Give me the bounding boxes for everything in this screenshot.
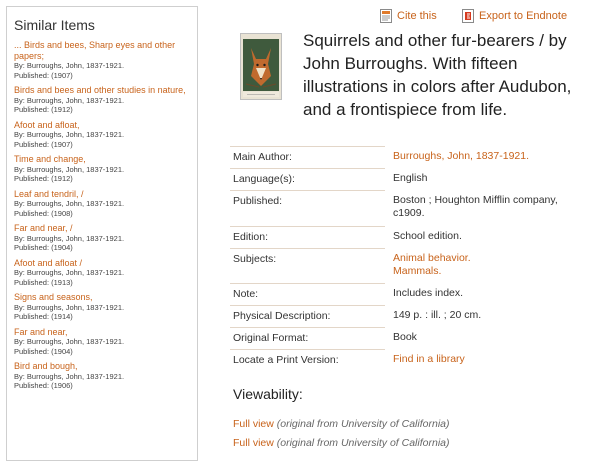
full-view-source: (original from University of California) (276, 437, 450, 449)
list-item: Leaf and tendril, / By: Burroughs, John,… (14, 189, 197, 219)
similar-item-published: Published: (1906) (14, 381, 73, 390)
subject-link-animal-behavior[interactable]: Animal behavior. (393, 252, 471, 264)
locate-print-value: Find in a library (385, 350, 582, 372)
similar-item-author: By: Burroughs, John, 1837-1921. (14, 268, 125, 277)
export-endnote-label: Export to Endnote (479, 10, 568, 22)
published-label: Published: (230, 190, 385, 227)
similar-items-panel: Similar Items ... Birds and bees, Sharp … (6, 6, 198, 461)
subject-link-mammals[interactable]: Mammals. (393, 265, 582, 278)
original-format-value: Book (393, 330, 417, 343)
similar-item-published: Published: (1904) (14, 346, 73, 356)
similar-item-link[interactable]: Far and near, / (14, 223, 197, 234)
language-label: Language(s): (230, 168, 385, 191)
similar-item-published: Published: (1913) (14, 277, 73, 287)
cite-this-button[interactable]: Cite this (380, 9, 437, 23)
table-row: Language(s): English (230, 168, 582, 191)
edition-label: Edition: (230, 226, 385, 249)
table-row: Published: Boston ; Houghton Mifflin com… (230, 190, 582, 227)
list-item: Time and change, By: Burroughs, John, 18… (14, 154, 197, 184)
similar-item-published: Published: (1914) (14, 312, 73, 321)
similar-item-link[interactable]: Time and change, (14, 154, 197, 165)
record-actions: Cite this Export to Endnote (380, 9, 590, 27)
similar-item-link[interactable]: Afoot and afloat, (14, 120, 197, 131)
similar-item-author: By: Burroughs, John, 1837-1921. (14, 337, 125, 346)
list-item: Bird and bough, By: Burroughs, John, 183… (14, 361, 197, 391)
list-item: Afoot and afloat, By: Burroughs, John, 1… (14, 120, 197, 150)
list-item: Birds and bees and other studies in natu… (14, 85, 197, 115)
list-item: ... Birds and bees, Sharp eyes and other… (14, 40, 197, 80)
book-cover-image (240, 33, 282, 100)
similar-items-heading: Similar Items (14, 17, 95, 33)
export-endnote-button[interactable]: Export to Endnote (462, 9, 567, 23)
main-author-value: Burroughs, John, 1837-1921. (385, 147, 582, 169)
list-item: Afoot and afloat / By: Burroughs, John, … (14, 258, 197, 288)
similar-item-author: By: Burroughs, John, 1837-1921. (14, 130, 125, 139)
similar-item-published: Published: (1907) (14, 139, 73, 149)
similar-item-published: Published: (1904) (14, 243, 73, 252)
similar-item-link[interactable]: Afoot and afloat / (14, 258, 197, 269)
cite-this-label: Cite this (397, 10, 437, 22)
similar-item-author: By: Burroughs, John, 1837-1921. (14, 371, 125, 381)
main-author-link[interactable]: Burroughs, John, 1837-1921. (393, 150, 529, 162)
full-view-link[interactable]: Full view (233, 418, 274, 430)
similar-item-link[interactable]: Far and near, (14, 327, 197, 338)
similar-item-link[interactable]: Birds and bees and other studies in natu… (14, 85, 197, 96)
similar-item-author: By: Burroughs, John, 1837-1921. (14, 302, 125, 312)
record-title: Squirrels and other fur-bearers / by Joh… (303, 31, 572, 119)
main-author-label: Main Author: (230, 146, 385, 169)
subjects-label: Subjects: (230, 248, 385, 284)
table-row: Edition: School edition. (230, 226, 582, 249)
physical-description-value: 149 p. : ill. ; 20 cm. (393, 308, 482, 321)
note-label: Note: (230, 283, 385, 306)
similar-item-published: Published: (1912) (14, 174, 73, 183)
table-row: Original Format: Book (230, 327, 582, 350)
find-in-library-link[interactable]: Find in a library (393, 353, 465, 365)
record-page: Similar Items ... Birds and bees, Sharp … (0, 0, 590, 468)
table-row: Physical Description: 149 p. : ill. ; 20… (230, 305, 582, 328)
similar-item-link[interactable]: Bird and bough, (14, 361, 197, 372)
table-row: Subjects: Animal behavior. Mammals. (230, 248, 582, 284)
list-item: Far and near, By: Burroughs, John, 1837-… (14, 327, 197, 357)
viewability-item: Full view (original from University of C… (233, 418, 449, 430)
similar-item-link[interactable]: Leaf and tendril, / (14, 189, 197, 200)
similar-item-published: Published: (1912) (14, 105, 73, 114)
similar-item-author: By: Burroughs, John, 1837-1921. (14, 199, 125, 208)
table-row: Note: Includes index. (230, 283, 582, 306)
endnote-icon (462, 9, 474, 23)
similar-item-link[interactable]: Signs and seasons, (14, 292, 197, 303)
similar-item-author: By: Burroughs, John, 1837-1921. (14, 233, 125, 243)
language-value: English (393, 171, 428, 184)
similar-item-author: By: Burroughs, John, 1837-1921. (14, 61, 125, 70)
similar-item-link[interactable]: ... Birds and bees, Sharp eyes and other… (14, 40, 197, 61)
physical-description-label: Physical Description: (230, 305, 385, 328)
table-row: Main Author: Burroughs, John, 1837-1921. (230, 146, 582, 169)
locate-print-label: Locate a Print Version: (230, 349, 385, 372)
table-row: Locate a Print Version: Find in a librar… (230, 349, 582, 372)
viewability-heading: Viewability: (233, 386, 303, 402)
original-format-label: Original Format: (230, 327, 385, 350)
viewability-item: Full view (original from University of C… (233, 437, 449, 449)
list-item: Far and near, / By: Burroughs, John, 183… (14, 223, 197, 253)
full-view-link[interactable]: Full view (233, 437, 274, 449)
note-value: Includes index. (393, 286, 464, 299)
published-value: Boston ; Houghton Mifflin company, c1909… (393, 193, 558, 219)
cite-document-icon (380, 9, 392, 23)
list-item: Signs and seasons, By: Burroughs, John, … (14, 292, 197, 322)
similar-item-published: Published: (1907) (14, 70, 73, 80)
record-details-table: Main Author: Burroughs, John, 1837-1921.… (230, 146, 582, 372)
edition-value: School edition. (393, 229, 462, 242)
similar-item-published: Published: (1908) (14, 208, 73, 218)
similar-item-author: By: Burroughs, John, 1837-1921. (14, 164, 125, 174)
subjects-value: Animal behavior. Mammals. (385, 249, 582, 284)
full-view-source: (original from University of California) (276, 418, 450, 430)
similar-item-author: By: Burroughs, John, 1837-1921. (14, 95, 125, 105)
